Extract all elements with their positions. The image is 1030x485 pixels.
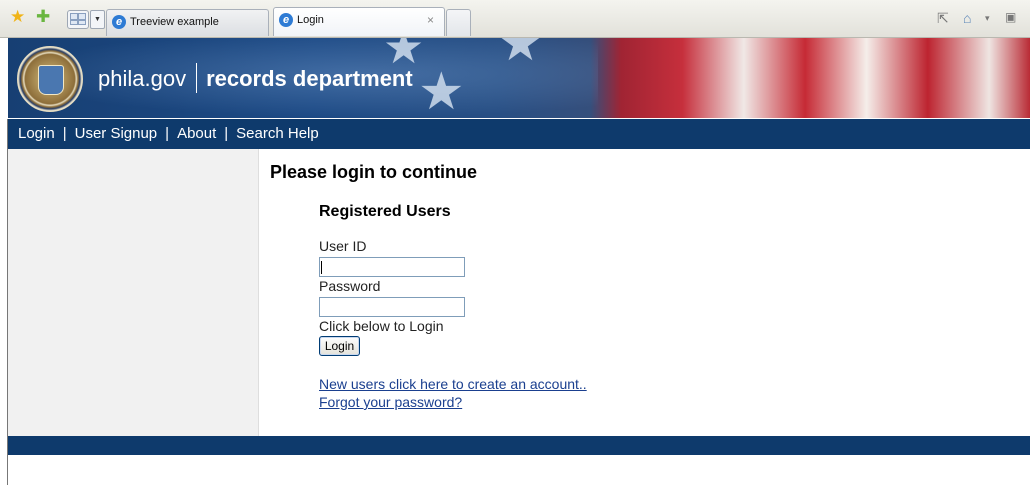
password-label: Password <box>319 278 381 294</box>
close-tab-icon[interactable]: × <box>427 8 434 32</box>
site-name: phila.gov <box>98 66 187 91</box>
login-button[interactable]: Login <box>319 336 360 356</box>
nav-separator: | <box>224 125 229 142</box>
site-banner: ★ ★ ★ phila.gov records department <box>8 38 1030 118</box>
login-panel: Please login to continue Registered User… <box>259 149 1030 436</box>
ie-icon: e <box>112 15 126 29</box>
feeds-icon[interactable]: ▣ <box>1005 10 1016 24</box>
page-title: Please login to continue <box>270 162 478 182</box>
password-input[interactable] <box>319 297 465 317</box>
city-seal-logo[interactable] <box>17 46 83 112</box>
browser-tab-login[interactable]: e Login × <box>273 7 445 36</box>
site-brand: phila.gov records department <box>98 63 413 93</box>
nav-separator: | <box>62 125 67 142</box>
main-nav: Login | User Signup | About | Search Help <box>8 119 1030 149</box>
add-favorites-icon[interactable]: ✚ <box>36 8 50 25</box>
home-icon[interactable]: ⌂ <box>963 10 971 26</box>
text-cursor <box>321 261 322 274</box>
browser-tab-treeview[interactable]: e Treeview example <box>106 9 269 36</box>
section-title: Registered Users <box>319 203 451 220</box>
ie-icon: e <box>279 13 293 27</box>
department-name: records department <box>206 66 413 91</box>
nav-search-help[interactable]: Search Help <box>236 125 319 142</box>
tab-label: Login <box>297 14 324 26</box>
add-to-favorites-icon[interactable]: ⇱ <box>937 10 949 27</box>
banner-star-decoration: ★ <box>418 63 465 118</box>
login-instruction: Click below to Login <box>319 318 444 334</box>
new-tab-button[interactable] <box>446 9 471 36</box>
forgot-password-link[interactable]: Forgot your password? <box>319 394 462 410</box>
quick-tabs-icon[interactable] <box>67 10 89 29</box>
nav-login[interactable]: Login <box>18 125 55 142</box>
nav-user-signup[interactable]: User Signup <box>75 125 158 142</box>
browser-toolbar: ★ ✚ ▼ e Treeview example e Login × ⇱ ⌂ ▾… <box>0 0 1030 38</box>
tab-list-dropdown-icon[interactable]: ▼ <box>90 10 105 29</box>
favorites-star-icon[interactable]: ★ <box>10 8 25 25</box>
home-dropdown-icon[interactable]: ▾ <box>985 13 990 24</box>
create-account-link[interactable]: New users click here to create an accoun… <box>319 376 587 392</box>
tab-label: Treeview example <box>130 16 219 28</box>
user-id-label: User ID <box>319 238 367 254</box>
nav-separator: | <box>165 125 170 142</box>
left-sidebar <box>8 149 259 436</box>
nav-about[interactable]: About <box>177 125 216 142</box>
footer-bar <box>8 436 1030 455</box>
user-id-input[interactable] <box>319 257 465 277</box>
banner-star-decoration: ★ <box>498 38 543 71</box>
